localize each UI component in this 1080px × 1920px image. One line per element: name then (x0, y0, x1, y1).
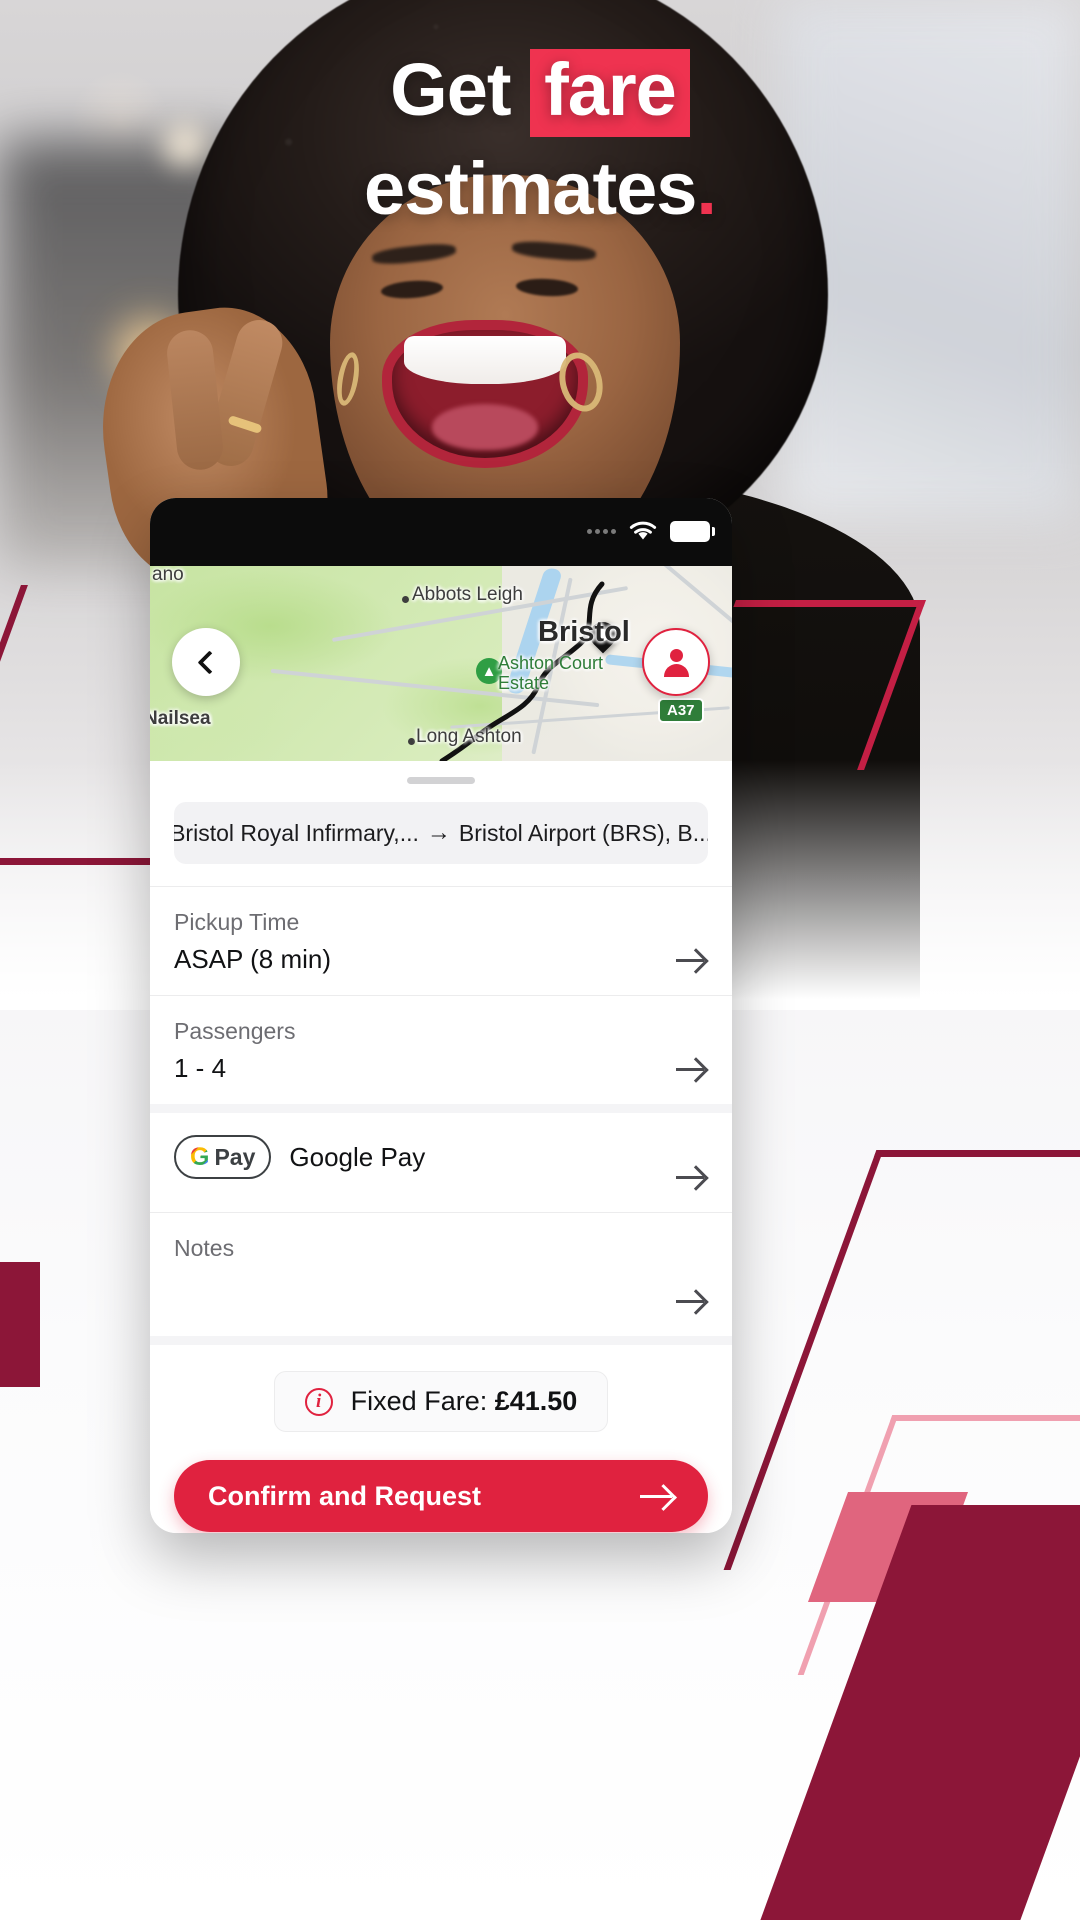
fixed-fare-amount: £41.50 (494, 1386, 578, 1416)
wifi-icon (629, 521, 657, 540)
status-bar-icons (587, 520, 715, 542)
headline-line1-prefix: Get (390, 48, 511, 131)
headline-highlight: fare (530, 49, 690, 137)
map-label-a37: A37 (658, 698, 704, 723)
passengers-label: Passengers (174, 1018, 296, 1044)
info-icon[interactable]: i (304, 1387, 333, 1416)
battery-icon (670, 520, 715, 542)
payment-method-row[interactable]: G Pay Google Pay (150, 1104, 732, 1212)
passengers-row[interactable]: Passengers 1 - 4 (150, 995, 732, 1104)
headline-line2-text: estimates (364, 147, 697, 230)
arrow-right-icon (640, 1485, 674, 1507)
route-arrow-icon: → (426, 819, 451, 846)
status-bar (150, 498, 732, 566)
pickup-time-row[interactable]: Pickup Time ASAP (8 min) (150, 886, 732, 995)
fixed-fare-label: Fixed Fare: (350, 1386, 488, 1416)
cta-container: Confirm and Request (150, 1440, 732, 1533)
map-label-bristol: Bristol (538, 616, 630, 648)
map-label-abbots-leigh: Abbots Leigh (412, 584, 523, 605)
arrow-right-icon (676, 1162, 706, 1192)
confirm-and-request-button[interactable]: Confirm and Request (174, 1460, 708, 1532)
pickup-address: Bristol Royal Infirmary,... (174, 819, 419, 846)
route-summary-bar[interactable]: Bristol Royal Infirmary,... → Bristol Ai… (174, 802, 708, 864)
account-button[interactable] (642, 628, 710, 696)
person-icon (661, 647, 691, 677)
notes-row[interactable]: Notes (150, 1212, 732, 1336)
chevron-left-icon (196, 649, 222, 675)
map-place-dot (402, 596, 409, 603)
headline-period: . (696, 147, 717, 230)
passengers-value: 1 - 4 (174, 1053, 227, 1083)
headline-line2: estimates. (0, 147, 1080, 231)
back-button[interactable] (172, 628, 240, 696)
map-place-dot (408, 738, 415, 745)
payment-method-label: Google Pay (289, 1141, 426, 1172)
map-label-long-ashton: Long Ashton (416, 726, 522, 747)
notes-label: Notes (174, 1235, 235, 1261)
drag-handle[interactable] (407, 777, 475, 784)
map-label-nailsea: Nailsea (150, 708, 211, 729)
fixed-fare-text: Fixed Fare: £41.50 (351, 1386, 578, 1417)
confirm-button-label: Confirm and Request (208, 1480, 482, 1511)
signal-dots-icon (587, 528, 616, 534)
map-label-ashton-court-estate: Ashton Court Estate (498, 653, 604, 693)
hero-headline: Get fare estimates. (0, 48, 1080, 231)
map-label-portishead: ano (152, 566, 184, 585)
arrow-right-icon (676, 945, 706, 975)
photo-tongue (432, 404, 538, 450)
photo-teeth (404, 336, 566, 384)
fixed-fare-chip[interactable]: i Fixed Fare: £41.50 (273, 1371, 609, 1432)
arrow-right-icon (676, 1286, 706, 1316)
dropoff-address: Bristol Airport (BRS), B... (458, 819, 708, 846)
fare-section: i Fixed Fare: £41.50 (150, 1336, 732, 1440)
arrow-right-icon (676, 1054, 706, 1084)
google-pay-badge-text: Pay (214, 1143, 256, 1170)
route-bar-container: Bristol Royal Infirmary,... → Bristol Ai… (150, 784, 732, 886)
google-pay-badge-icon: G Pay (174, 1135, 272, 1179)
phone-mockup: Abbots Leigh ano Bristol ▲ Ashton Court … (150, 498, 732, 1533)
pickup-time-label: Pickup Time (174, 909, 300, 935)
google-g-icon: G (190, 1142, 210, 1171)
booking-sheet: Bristol Royal Infirmary,... → Bristol Ai… (150, 777, 732, 1533)
pickup-time-value: ASAP (8 min) (174, 944, 332, 974)
map-view[interactable]: Abbots Leigh ano Bristol ▲ Ashton Court … (150, 566, 732, 761)
payment-method-line: G Pay Google Pay (174, 1135, 708, 1179)
